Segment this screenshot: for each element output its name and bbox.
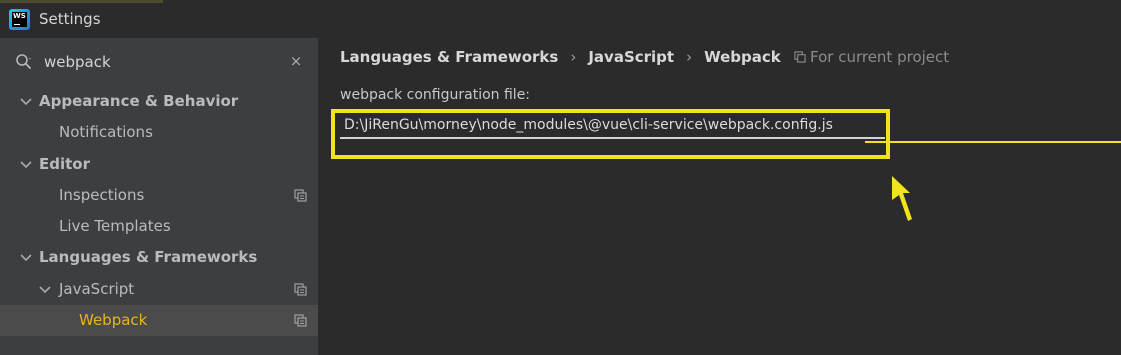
chevron-down-icon[interactable] [20,160,32,170]
chevron-down-icon[interactable] [20,253,32,263]
search-row: × [0,46,318,78]
breadcrumb: Languages & Frameworks › JavaScript › Webpac… [340,48,781,66]
project-copy-icon [794,51,806,63]
breadcrumb-separator: › [686,48,693,66]
project-copy-icon [294,314,307,327]
breadcrumb-item[interactable]: Languages & Frameworks [340,48,558,66]
tree-item-javascript[interactable]: JavaScript [0,274,318,305]
project-copy-icon [294,283,307,296]
chevron-down-icon[interactable] [20,97,32,107]
tree-item-label: Inspections [59,186,145,204]
highlight-box-annotation [331,109,890,159]
config-file-label: webpack configuration file: [340,87,531,103]
tree-item-notifications[interactable]: Notifications [0,117,318,148]
webstorm-logo-icon: WS [9,9,30,30]
tree-item-label: Appearance & Behavior [39,92,239,110]
breadcrumb-item[interactable]: JavaScript [588,48,674,66]
arrow-annotation-icon [892,176,912,221]
settings-sidebar: × Appearance & Behavior Notifications Ed… [0,38,318,355]
logo-text: WS [13,12,26,20]
tree-item-label: Languages & Frameworks [39,248,258,266]
breadcrumb-separator: › [570,48,577,66]
tree-item-label: Live Templates [59,217,171,235]
tree-item-webpack[interactable]: Webpack [0,305,318,336]
title-accent-strip [0,0,163,3]
project-scope-label: For current project [810,48,950,66]
project-copy-icon [294,189,307,202]
chevron-down-icon[interactable] [39,285,51,295]
title-bar: WS Settings [0,0,1121,38]
highlight-underline-annotation [865,141,1121,143]
tree-item-label: JavaScript [59,280,135,298]
search-clear-button[interactable]: × [288,51,304,71]
tree-item-label: Notifications [59,123,153,141]
tree-item-editor[interactable]: Editor [0,149,318,180]
tree-item-live-templates[interactable]: Live Templates [0,211,318,242]
window-title: Settings [39,10,101,28]
search-icon [16,54,31,69]
project-scope-note: For current project [794,48,949,66]
tree-item-inspections[interactable]: Inspections [0,180,318,211]
settings-content-panel: Languages & Frameworks › JavaScript › Webpac… [318,38,1121,355]
tree-item-label: Editor [39,155,90,173]
tree-item-languages-frameworks[interactable]: Languages & Frameworks [0,242,318,273]
tree-item-appearance-behavior[interactable]: Appearance & Behavior [0,86,318,117]
search-input[interactable] [44,51,274,73]
breadcrumb-item: Webpack [704,48,781,66]
tree-item-label: Webpack [79,311,148,329]
